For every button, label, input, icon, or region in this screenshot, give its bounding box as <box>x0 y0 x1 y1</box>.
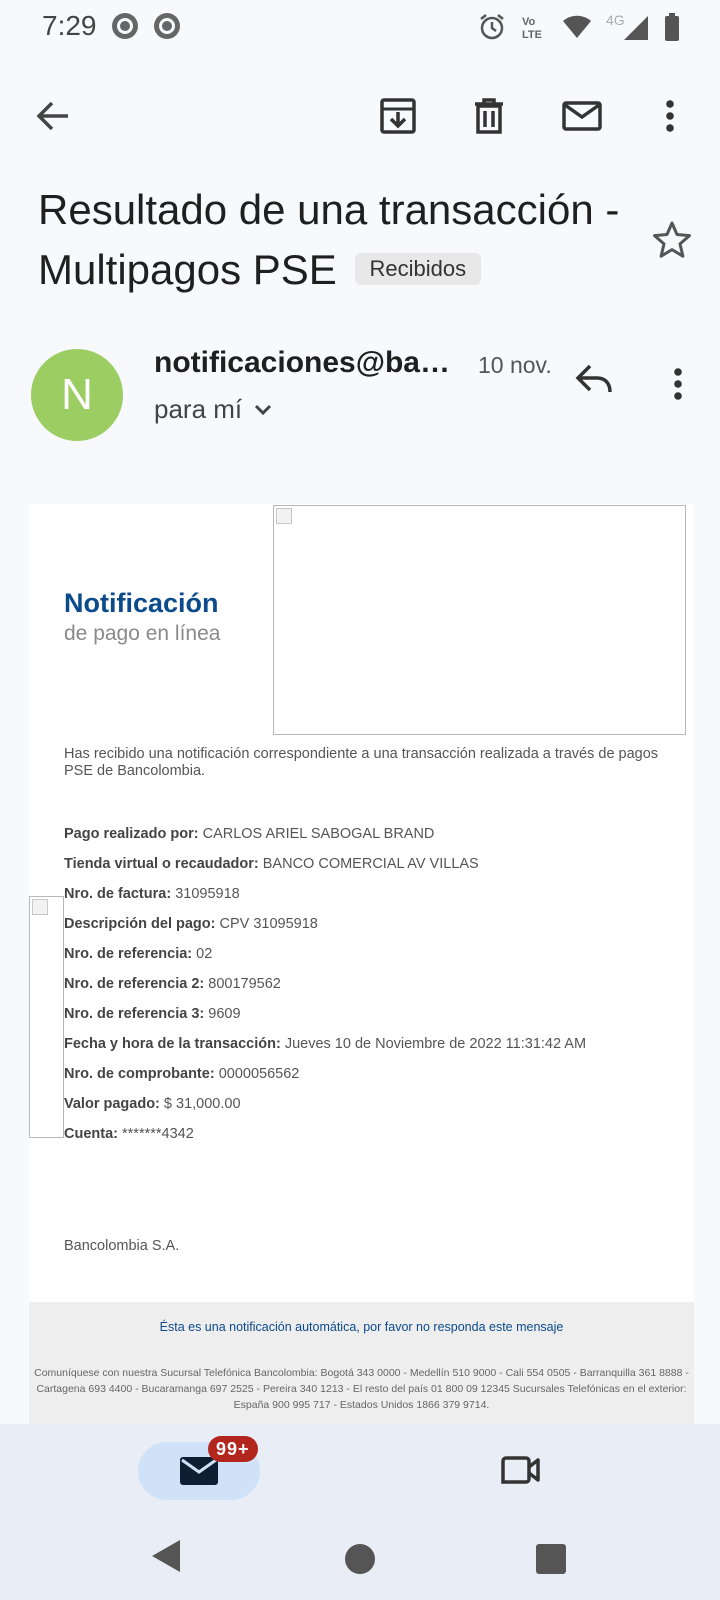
transaction-details: Pago realizado por: CARLOS ARIEL SABOGAL… <box>64 824 674 1154</box>
sender-date: 10 nov. <box>478 352 552 378</box>
label-chip[interactable]: Recibidos <box>354 252 482 285</box>
status-bar: 7:29 Vo LTE 4G <box>0 0 720 54</box>
system-recents-icon[interactable] <box>536 1544 566 1574</box>
broken-image-icon <box>32 899 48 915</box>
more-vert-icon <box>665 100 675 132</box>
detail-value: 0000056562 <box>218 1066 300 1082</box>
notification-subtitle: de pago en línea <box>64 622 221 645</box>
mail-icon <box>179 1456 219 1486</box>
video-icon <box>500 1455 540 1485</box>
archive-button[interactable] <box>374 92 422 140</box>
detail-row: Nro. de comprobante: 0000056562 <box>64 1064 674 1094</box>
meet-tab[interactable] <box>496 1444 544 1496</box>
detail-value: *******4342 <box>122 1126 194 1142</box>
recipient-text: para mí <box>154 394 243 424</box>
detail-row: Tienda virtual o recaudador: BANCO COMER… <box>64 854 674 884</box>
wifi-icon <box>562 14 592 40</box>
4g-icon: 4G <box>606 12 650 42</box>
sender-row: N notificaciones@bancolombia.com.co 10 n… <box>0 346 720 446</box>
notification-title: Notificación <box>64 588 219 618</box>
archive-icon <box>380 98 416 134</box>
network-label: 4G <box>606 12 625 28</box>
detail-value: CARLOS ARIEL SABOGAL BRAND <box>202 826 435 842</box>
detail-label: Nro. de referencia 3: <box>64 1006 205 1022</box>
detail-label: Nro. de factura: <box>64 886 172 902</box>
avatar[interactable]: N <box>31 349 123 441</box>
reply-button[interactable] <box>574 362 622 410</box>
contact-info: Comuníquese con nuestra Sucursal Telefón… <box>34 1367 689 1411</box>
broken-image <box>273 505 686 735</box>
notification-icon <box>152 11 182 41</box>
company-name: Bancolombia S.A. <box>64 1238 180 1254</box>
detail-row: Valor pagado: $ 31,000.00 <box>64 1094 674 1124</box>
detail-value: BANCO COMERCIAL AV VILLAS <box>262 856 479 872</box>
detail-value: Jueves 10 de Noviembre de 2022 11:31:42 … <box>284 1036 587 1052</box>
detail-row: Pago realizado por: CARLOS ARIEL SABOGAL… <box>64 824 674 854</box>
chevron-down-icon <box>254 404 272 416</box>
bottom-nav: 99+ <box>0 1424 720 1600</box>
more-options-button[interactable] <box>646 92 694 140</box>
recipient-toggle[interactable]: para mí <box>154 394 272 425</box>
volte-icon: Vo LTE <box>520 13 548 41</box>
intro-text: Has recibido una notificación correspond… <box>64 746 659 779</box>
broken-image-icon <box>276 508 292 524</box>
detail-value: CPV 31095918 <box>219 916 318 932</box>
system-nav <box>0 1536 720 1584</box>
email-footer: Ésta es una notificación automática, por… <box>29 1302 694 1424</box>
delete-button[interactable] <box>465 92 513 140</box>
back-button[interactable] <box>29 92 77 140</box>
email-toolbar <box>0 80 720 148</box>
detail-row: Cuenta: *******4342 <box>64 1124 674 1154</box>
detail-label: Descripción del pago: <box>64 916 216 932</box>
system-back-icon[interactable] <box>148 1536 182 1581</box>
detail-row: Nro. de factura: 31095918 <box>64 884 674 914</box>
broken-image <box>29 896 64 1138</box>
detail-row: Nro. de referencia 2: 800179562 <box>64 974 674 1004</box>
message-more-button[interactable] <box>660 362 696 410</box>
volte-text-top: Vo <box>522 16 536 28</box>
system-home-icon[interactable] <box>345 1544 375 1574</box>
email-body: Notificación de pago en línea Has recibi… <box>29 504 694 1424</box>
delete-icon <box>473 98 505 134</box>
detail-row: Nro. de referencia: 02 <box>64 944 674 974</box>
star-icon <box>652 220 696 260</box>
detail-label: Valor pagado: <box>64 1096 160 1112</box>
email-subject: Resultado de una transacción - Multipago… <box>38 180 638 300</box>
notification-icon <box>110 11 140 41</box>
detail-label: Tienda virtual o recaudador: <box>64 856 259 872</box>
detail-value: 9609 <box>208 1006 241 1022</box>
detail-label: Pago realizado por: <box>64 826 199 842</box>
detail-row: Fecha y hora de la transacción: Jueves 1… <box>64 1034 674 1064</box>
detail-label: Nro. de comprobante: <box>64 1066 215 1082</box>
detail-value: $ 31,000.00 <box>163 1096 241 1112</box>
status-time: 7:29 <box>42 10 97 41</box>
detail-label: Cuenta: <box>64 1126 118 1142</box>
sender-name[interactable]: notificaciones@bancolombia.com.co <box>154 346 464 380</box>
detail-row: Descripción del pago: CPV 31095918 <box>64 914 674 944</box>
detail-row: Nro. de referencia 3: 9609 <box>64 1004 674 1034</box>
auto-notice: Ésta es una notificación automática, por… <box>159 1320 564 1334</box>
unread-badge: 99+ <box>208 1436 258 1462</box>
detail-value: 800179562 <box>208 976 281 992</box>
detail-value: 31095918 <box>175 886 240 902</box>
detail-value: 02 <box>196 946 213 962</box>
detail-label: Nro. de referencia 2: <box>64 976 205 992</box>
battery-icon <box>664 13 680 41</box>
detail-label: Fecha y hora de la transacción: <box>64 1036 281 1052</box>
alarm-icon <box>478 13 506 41</box>
subject-text: Resultado de una transacción - Multipago… <box>38 186 620 293</box>
star-button[interactable] <box>652 220 696 264</box>
mark-unread-button[interactable] <box>558 92 606 140</box>
more-vert-icon <box>660 368 696 400</box>
detail-label: Nro. de referencia: <box>64 946 193 962</box>
mark-unread-icon <box>562 101 602 131</box>
volte-text-bottom: LTE <box>522 29 542 41</box>
reply-icon <box>574 362 622 396</box>
back-arrow-icon <box>36 101 70 131</box>
